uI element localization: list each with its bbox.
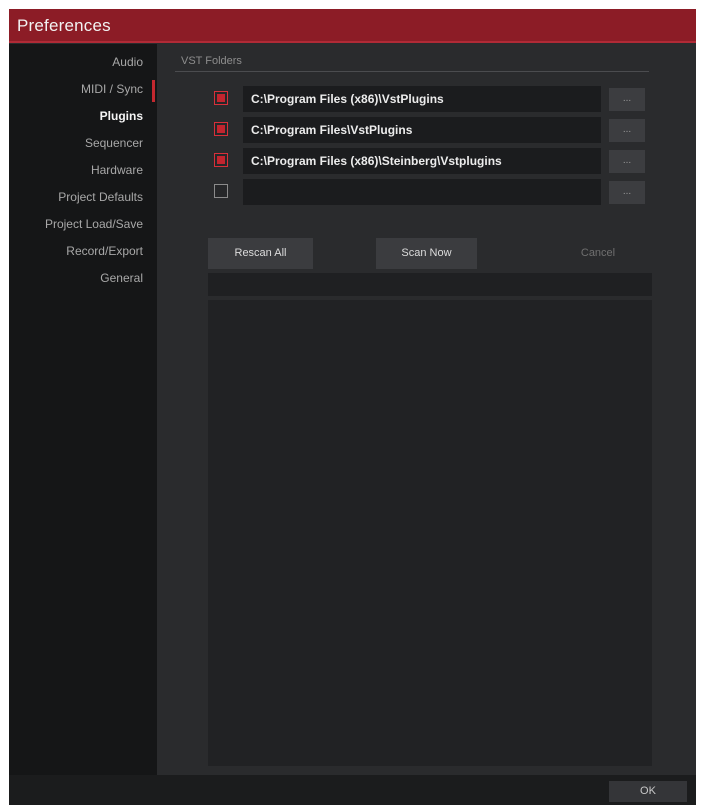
browse-folder-button[interactable]: ... bbox=[609, 150, 645, 173]
folder-enabled-checkbox[interactable] bbox=[214, 122, 228, 136]
folder-path-field[interactable]: C:\Program Files\VstPlugins bbox=[243, 117, 601, 143]
scan-status-bar bbox=[208, 273, 652, 296]
sidebar-item-hardware[interactable]: Hardware bbox=[9, 162, 143, 178]
sidebar-item-plugins[interactable]: Plugins bbox=[9, 108, 143, 124]
ok-button[interactable]: OK bbox=[609, 781, 687, 802]
sidebar-item-record-export[interactable]: Record/Export bbox=[9, 243, 143, 259]
folder-enabled-checkbox[interactable] bbox=[214, 184, 228, 198]
vst-folders-heading: VST Folders bbox=[181, 55, 242, 67]
rescan-all-button[interactable]: Rescan All bbox=[208, 238, 313, 269]
plugin-scan-log[interactable] bbox=[208, 300, 652, 766]
sidebar-item-sequencer[interactable]: Sequencer bbox=[9, 135, 143, 151]
active-tab-indicator bbox=[152, 80, 155, 102]
folder-path-field[interactable]: C:\Program Files (x86)\Steinberg\Vstplug… bbox=[243, 148, 601, 174]
browse-folder-button[interactable]: ... bbox=[609, 88, 645, 111]
browse-folder-button[interactable]: ... bbox=[609, 181, 645, 204]
sidebar-item-audio[interactable]: Audio bbox=[9, 54, 143, 70]
footer-bar: OK bbox=[9, 775, 696, 805]
sidebar: Audio MIDI / Sync Plugins Sequencer Hard… bbox=[9, 44, 157, 775]
folder-path-field[interactable] bbox=[243, 179, 601, 205]
folder-path-field[interactable]: C:\Program Files (x86)\VstPlugins bbox=[243, 86, 601, 112]
sidebar-item-project-load-save[interactable]: Project Load/Save bbox=[9, 216, 143, 232]
scan-now-button[interactable]: Scan Now bbox=[376, 238, 477, 269]
sidebar-item-general[interactable]: General bbox=[9, 270, 143, 286]
title-bar: Preferences bbox=[9, 9, 696, 43]
sidebar-item-midi-sync[interactable]: MIDI / Sync bbox=[9, 81, 143, 97]
cancel-scan-button[interactable]: Cancel bbox=[543, 238, 653, 269]
section-divider bbox=[175, 71, 649, 72]
folder-enabled-checkbox[interactable] bbox=[214, 91, 228, 105]
window-title: Preferences bbox=[17, 16, 111, 35]
folder-enabled-checkbox[interactable] bbox=[214, 153, 228, 167]
preferences-window: Preferences Audio MIDI / Sync Plugins Se… bbox=[9, 9, 696, 805]
sidebar-item-project-defaults[interactable]: Project Defaults bbox=[9, 189, 143, 205]
browse-folder-button[interactable]: ... bbox=[609, 119, 645, 142]
